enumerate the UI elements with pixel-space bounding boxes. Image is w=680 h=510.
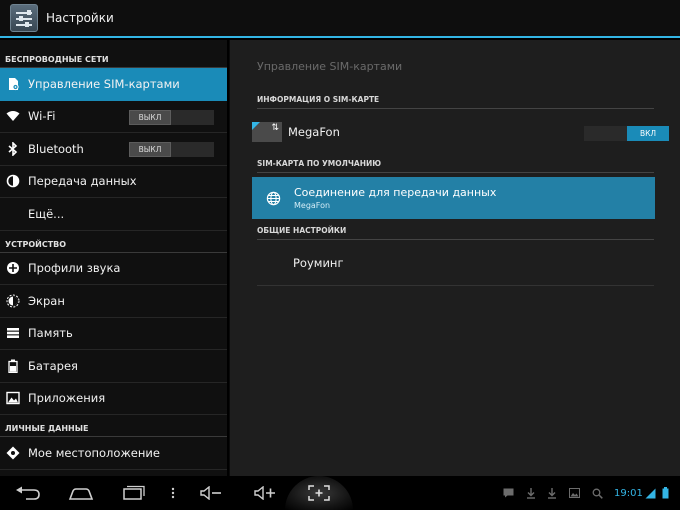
roaming-item[interactable]: Роуминг — [257, 240, 654, 286]
notification-image-icon[interactable] — [567, 476, 581, 510]
section-header-general: ОБЩИЕ НАСТРОЙКИ — [257, 226, 654, 240]
sidebar-item-label: Передача данных — [28, 174, 137, 189]
settings-app-icon[interactable] — [10, 4, 38, 32]
section-header-device: УСТРОЙСТВО — [0, 231, 227, 253]
sidebar-item-battery[interactable]: Батарея — [0, 350, 227, 383]
home-button[interactable] — [64, 476, 98, 510]
notification-message-icon[interactable] — [500, 476, 516, 510]
battery-status-icon — [658, 476, 672, 510]
data-connection-subtitle: MegaFon — [294, 201, 331, 210]
sidebar-item-wifi[interactable]: Wi-Fi ВЫКЛ — [0, 101, 227, 133]
sidebar-item-sim-management[interactable]: Управление SIM-картами — [0, 68, 227, 101]
sidebar-item-label: Мое местоположение — [28, 445, 160, 460]
sim-card-icon: ⇅ — [252, 122, 282, 142]
storage-icon — [6, 326, 20, 340]
sidebar-item-storage[interactable]: Память — [0, 318, 227, 350]
status-clock: 19:01 — [614, 488, 643, 499]
back-icon — [16, 486, 40, 500]
sidebar-item-label: Управление SIM-картами — [28, 77, 180, 92]
section-header-personal: ЛИЧНЫЕ ДАННЫЕ — [0, 415, 227, 437]
signal-icon — [643, 476, 657, 510]
sim-management-pane: Управление SIM-картами ИНФОРМАЦИЯ О SIM-… — [229, 40, 680, 476]
home-icon — [68, 488, 94, 500]
overflow-menu-icon — [171, 487, 175, 499]
battery-icon — [6, 359, 20, 373]
action-bar: Настройки — [0, 0, 680, 38]
volume-down-icon — [200, 486, 221, 500]
sidebar-item-label: Ещё... — [28, 206, 65, 221]
notification-download-icon[interactable] — [524, 476, 538, 510]
sim-card-toggle-label: ВКЛ — [627, 126, 669, 141]
sidebar-item-display[interactable]: Экран — [0, 285, 227, 318]
roaming-label: Роуминг — [293, 255, 344, 270]
sim-icon — [6, 77, 20, 91]
bluetooth-toggle-label: ВЫКЛ — [129, 142, 171, 157]
sidebar-item-location[interactable]: Мое местоположение — [0, 437, 227, 470]
bluetooth-toggle[interactable]: ВЫКЛ — [129, 142, 214, 157]
volume-up-button[interactable] — [250, 476, 280, 510]
data-connection-item[interactable]: Соединение для передачи данных MegaFon — [252, 177, 655, 219]
data-usage-icon — [6, 174, 20, 188]
sidebar-item-label: Память — [28, 326, 73, 341]
back-button[interactable] — [10, 476, 46, 510]
data-connection-title: Соединение для передачи данных — [294, 186, 497, 199]
location-icon — [6, 446, 20, 460]
sidebar-item-label: Профили звука — [28, 261, 121, 276]
globe-icon — [252, 191, 294, 206]
volume-up-icon — [254, 486, 275, 500]
sound-profile-icon — [6, 261, 20, 275]
section-header-default-sim: SIM-КАРТА ПО УМОЛЧАНИЮ — [257, 159, 654, 173]
menu-button[interactable] — [166, 476, 180, 510]
wifi-toggle-label: ВЫКЛ — [129, 109, 171, 125]
sidebar-item-label: Приложения — [28, 391, 106, 406]
notification-search-icon[interactable] — [590, 476, 604, 510]
wifi-icon — [6, 109, 20, 123]
sim-card-name: MegaFon — [288, 125, 340, 139]
volume-down-button[interactable] — [196, 476, 226, 510]
recent-apps-button[interactable] — [118, 476, 150, 510]
sim-card-row[interactable]: ⇅ MegaFon ВКЛ — [252, 122, 669, 142]
section-header-wireless: БЕСПРОВОДНЫЕ СЕТИ — [0, 50, 227, 68]
sidebar-item-label: Экран — [28, 293, 65, 308]
sidebar-item-apps[interactable]: Приложения — [0, 383, 227, 415]
screenshot-button[interactable] — [304, 476, 334, 510]
app-title: Настройки — [46, 11, 114, 25]
wifi-toggle[interactable]: ВЫКЛ — [129, 109, 214, 125]
bluetooth-icon — [6, 141, 20, 156]
sidebar-item-more[interactable]: Ещё... — [0, 198, 227, 231]
display-icon — [6, 294, 20, 308]
sidebar-item-label: Батарея — [28, 358, 78, 373]
notification-download-icon-2[interactable] — [545, 476, 559, 510]
recent-apps-icon — [123, 485, 145, 500]
pane-title: Управление SIM-картами — [257, 60, 403, 73]
sidebar-item-data-usage[interactable]: Передача данных — [0, 166, 227, 198]
settings-category-list: БЕСПРОВОДНЫЕ СЕТИ Управление SIM-картами… — [0, 40, 227, 476]
apps-icon — [6, 391, 20, 405]
sidebar-item-sound-profiles[interactable]: Профили звука — [0, 253, 227, 285]
section-header-sim-info: ИНФОРМАЦИЯ О SIM-КАРТЕ — [257, 95, 654, 109]
sidebar-item-bluetooth[interactable]: Bluetooth ВЫКЛ — [0, 133, 227, 166]
sim-card-toggle[interactable]: ВКЛ — [584, 126, 669, 141]
screenshot-icon — [308, 485, 330, 501]
